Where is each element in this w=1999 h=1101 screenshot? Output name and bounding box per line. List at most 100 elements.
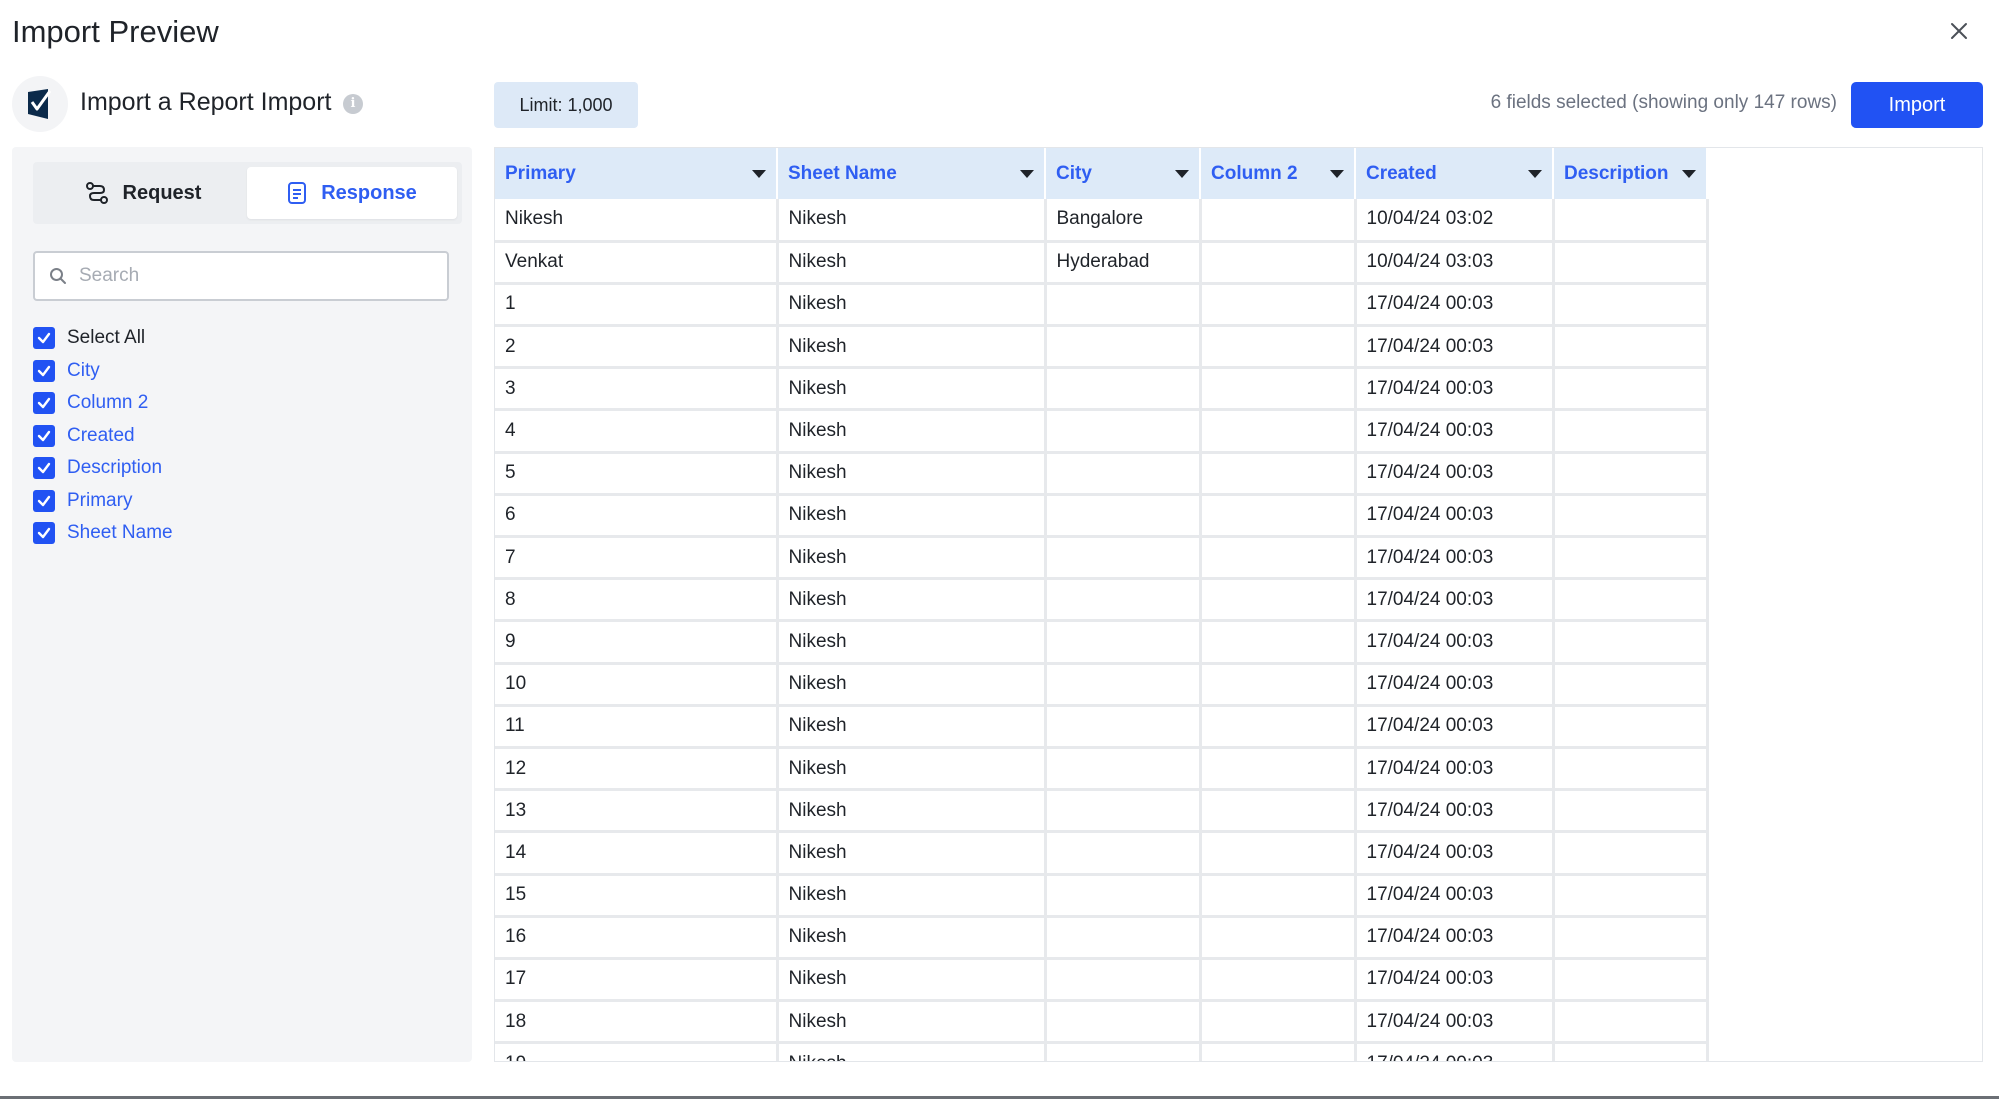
table-cell	[1200, 452, 1357, 496]
table-cell	[1200, 831, 1357, 876]
table-row: 2 Nikesh 17/04/24 00:03	[495, 325, 1709, 370]
request-icon	[85, 182, 108, 204]
table-cell	[1045, 494, 1202, 539]
table-cell	[1553, 283, 1709, 328]
tab-request[interactable]: Request	[38, 167, 248, 219]
table-cell: 17/04/24 00:03	[1355, 1042, 1555, 1061]
table-cell: 7	[495, 536, 779, 581]
table-cell: Nikesh	[777, 241, 1047, 285]
table-cell: 17/04/24 00:03	[1355, 958, 1555, 1003]
table-cell	[1045, 789, 1202, 834]
field-list: Select All City Column 2 Created Description…	[33, 322, 173, 550]
close-button[interactable]	[1944, 16, 1974, 46]
table-cell: 14	[495, 831, 779, 876]
field-checkbox-row[interactable]: Sheet Name	[33, 517, 173, 550]
column-header-label: Primary	[505, 162, 576, 184]
checkbox-checked-icon[interactable]	[33, 359, 55, 382]
checkbox-checked-icon[interactable]	[33, 327, 55, 350]
search-icon	[50, 268, 66, 284]
field-label: Primary	[67, 489, 133, 511]
column-header[interactable]: Description	[1553, 148, 1708, 199]
table-cell	[1553, 494, 1709, 539]
table-row: 14 Nikesh 17/04/24 00:03	[495, 831, 1709, 876]
table-cell	[1200, 916, 1357, 960]
field-checkbox-row[interactable]: Primary	[33, 485, 173, 518]
column-menu-caret-icon[interactable]	[1682, 169, 1696, 178]
preview-table: Primary Sheet Name City Column 2 Created Desc…	[494, 147, 1983, 1062]
table-cell: 17/04/24 00:03	[1355, 367, 1555, 412]
data-table: Primary Sheet Name City Column 2 Created Desc…	[495, 148, 1709, 1061]
field-checkbox-row[interactable]: Created	[33, 420, 173, 453]
column-header[interactable]: Created	[1355, 148, 1554, 199]
table-cell	[1045, 409, 1202, 454]
table-body: Nikesh Nikesh Bangalore 10/04/24 03:02 Venka…	[495, 199, 1709, 1061]
column-header[interactable]: Column 2	[1200, 148, 1356, 199]
table-cell: 18	[495, 1000, 779, 1045]
table-cell	[1553, 916, 1709, 960]
table-cell	[1200, 536, 1357, 581]
table-cell: Nikesh	[777, 874, 1047, 918]
table-cell: 11	[495, 705, 779, 749]
table-cell	[1553, 705, 1709, 749]
table-cell: Nikesh	[777, 536, 1047, 581]
table-cell	[1200, 241, 1357, 285]
table-cell: 17/04/24 00:03	[1355, 578, 1555, 623]
table-cell: Nikesh	[777, 1042, 1047, 1061]
table-cell	[1200, 705, 1357, 749]
table-cell: 17/04/24 00:03	[1355, 283, 1555, 328]
tab-response[interactable]: Response	[247, 167, 457, 219]
column-menu-caret-icon[interactable]	[752, 169, 766, 178]
field-label: Column 2	[67, 392, 149, 414]
table-cell: 12	[495, 747, 779, 792]
table-cell: 13	[495, 789, 779, 834]
checkbox-checked-icon[interactable]	[33, 522, 55, 545]
table-cell	[1553, 325, 1709, 370]
field-label: City	[67, 359, 100, 381]
field-checkbox-row[interactable]: City	[33, 355, 173, 388]
tab-request-label: Request	[122, 181, 202, 204]
column-menu-caret-icon[interactable]	[1175, 169, 1189, 178]
table-cell	[1045, 705, 1202, 749]
table-cell	[1553, 409, 1709, 454]
field-label: Select All	[67, 327, 146, 349]
table-cell: Nikesh	[777, 1000, 1047, 1045]
table-cell	[1200, 1000, 1357, 1045]
table-row: 12 Nikesh 17/04/24 00:03	[495, 747, 1709, 792]
import-button[interactable]: Import	[1851, 82, 1983, 128]
field-checkbox-row[interactable]: Column 2	[33, 387, 173, 420]
table-row: 17 Nikesh 17/04/24 00:03	[495, 958, 1709, 1003]
table-cell: 4	[495, 409, 779, 454]
table-row: 6 Nikesh 17/04/24 00:03	[495, 494, 1709, 539]
table-cell	[1045, 874, 1202, 918]
table-cell: Nikesh	[777, 494, 1047, 539]
table-header-row: Primary Sheet Name City Column 2 Created Desc…	[495, 148, 1708, 199]
column-header[interactable]: Primary	[495, 148, 778, 199]
table-row: 13 Nikesh 17/04/24 00:03	[495, 789, 1709, 834]
checkbox-checked-icon[interactable]	[33, 424, 55, 447]
column-header[interactable]: City	[1045, 148, 1201, 199]
checkbox-checked-icon[interactable]	[33, 489, 55, 512]
table-row: Venkat Nikesh Hyderabad 10/04/24 03:03	[495, 241, 1709, 285]
column-header[interactable]: Sheet Name	[777, 148, 1046, 199]
column-menu-caret-icon[interactable]	[1020, 169, 1034, 178]
table-cell	[1553, 1000, 1709, 1045]
column-menu-caret-icon[interactable]	[1330, 169, 1344, 178]
search-input[interactable]	[79, 265, 419, 287]
table-cell: 17/04/24 00:03	[1355, 452, 1555, 496]
checkbox-checked-icon[interactable]	[33, 457, 55, 480]
column-menu-caret-icon[interactable]	[1528, 169, 1542, 178]
table-cell	[1553, 747, 1709, 792]
table-cell: Nikesh	[777, 578, 1047, 623]
table-cell	[1553, 663, 1709, 707]
info-icon[interactable]: i	[343, 94, 363, 114]
table-cell	[1553, 620, 1709, 665]
table-row: 3 Nikesh 17/04/24 00:03	[495, 367, 1709, 412]
checkbox-checked-icon[interactable]	[33, 392, 55, 415]
table-cell	[1045, 958, 1202, 1003]
field-checkbox-row[interactable]: Description	[33, 452, 173, 485]
select-all-checkbox-row[interactable]: Select All	[33, 322, 173, 355]
table-cell	[1553, 199, 1709, 243]
table-row: 11 Nikesh 17/04/24 00:03	[495, 705, 1709, 749]
table-row: 9 Nikesh 17/04/24 00:03	[495, 620, 1709, 665]
table-cell: Nikesh	[777, 663, 1047, 707]
